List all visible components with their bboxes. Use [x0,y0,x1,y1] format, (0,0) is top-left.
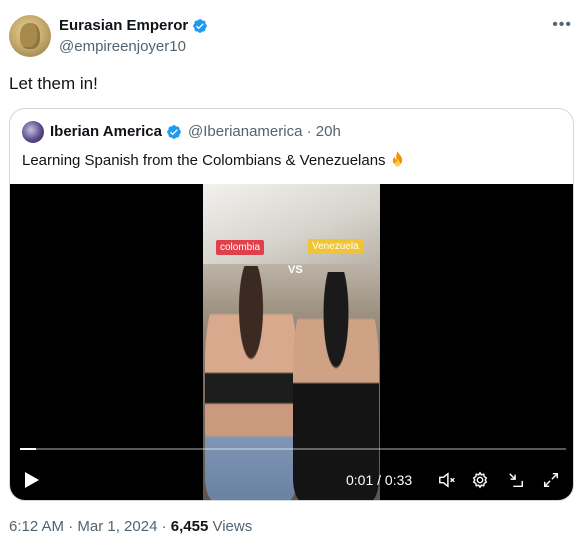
video-progress-fill [20,448,37,450]
video-player[interactable]: colombia Venezuela VS 0:01 / 0:33 [10,184,573,500]
mute-icon[interactable] [438,471,456,489]
verified-badge-icon [193,18,208,33]
video-caption-left: colombia [216,240,265,255]
author-handle[interactable]: @empireenjoyer10 [59,38,186,55]
quoted-author-handle[interactable]: @Iberianamerica · 20h [188,123,341,140]
video-frame: colombia Venezuela VS [203,184,380,500]
quoted-text: Learning Spanish from the Colombians & V… [22,151,405,169]
video-caption-right: Venezuela [308,239,363,254]
verified-badge-icon [167,124,181,139]
settings-icon[interactable] [471,471,489,489]
author-avatar[interactable] [9,15,51,57]
fullscreen-icon[interactable] [542,471,560,489]
tweet-text: Let them in! [9,74,98,93]
views-count: 6,455 [170,518,209,535]
fire-icon [392,151,402,167]
quoted-tweet[interactable]: Iberian America @Iberianamerica · 20h Le… [9,108,574,501]
author-name[interactable]: Eurasian Emperor [59,17,208,34]
views-label: Views [208,518,253,535]
play-icon[interactable] [25,472,39,488]
minimize-icon[interactable] [507,471,525,489]
quoted-author-avatar[interactable] [22,121,44,143]
timestamp[interactable]: 6:12 AM · Mar 1, 2024 · [9,518,171,535]
video-progress-bar[interactable] [20,448,566,450]
quoted-author-name[interactable]: Iberian America [50,123,182,140]
video-time: 0:01 / 0:33 [346,472,413,488]
tweet-meta: 6:12 AM · Mar 1, 2024 · 6,455 Views [9,518,252,535]
more-icon[interactable]: ••• [552,16,572,34]
video-caption-vs: VS [288,264,303,276]
